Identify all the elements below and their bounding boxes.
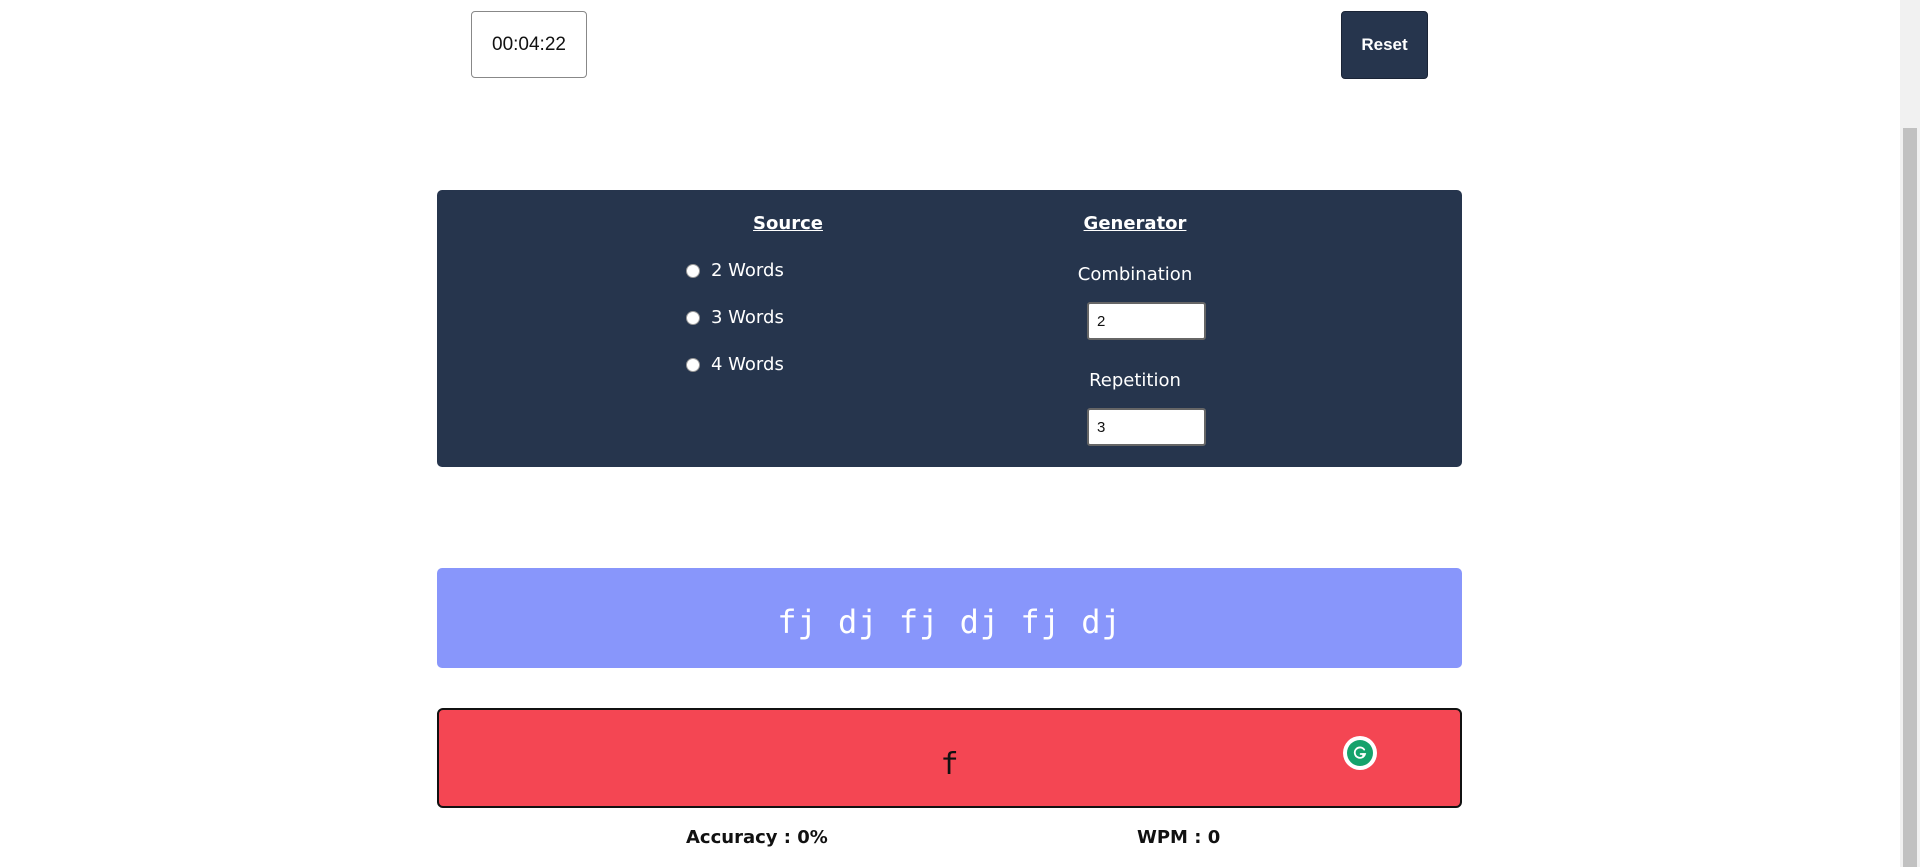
vertical-scrollbar[interactable] (1900, 0, 1920, 867)
source-option-label: 2 Words (711, 260, 784, 281)
typed-text: f (940, 746, 959, 782)
source-option-4-words[interactable]: 4 Words (686, 354, 784, 375)
timer-display: 00:04:22 (471, 11, 587, 78)
typing-area[interactable]: f (437, 708, 1462, 808)
scrollbar-thumb[interactable] (1903, 128, 1917, 867)
wpm-stat: WPM : 0 (1137, 827, 1221, 848)
reset-button[interactable]: Reset (1341, 11, 1428, 79)
accuracy-stat: Accuracy : 0% (686, 827, 828, 848)
repetition-label: Repetition (1089, 370, 1181, 391)
settings-panel: Source 2 Words 3 Words 4 Words Generator… (437, 190, 1462, 467)
grammarly-badge (1347, 740, 1373, 766)
radio-2-words[interactable] (686, 263, 700, 278)
generator-heading: Generator (1083, 213, 1187, 234)
source-option-label: 4 Words (711, 354, 784, 375)
source-option-2-words[interactable]: 2 Words (686, 260, 784, 281)
source-option-3-words[interactable]: 3 Words (686, 307, 784, 328)
timer-value: 00:04:22 (492, 33, 566, 55)
repetition-input[interactable] (1087, 408, 1206, 446)
combination-label: Combination (1077, 264, 1193, 285)
radio-4-words[interactable] (686, 357, 700, 372)
source-section: Source 2 Words 3 Words 4 Words (686, 190, 888, 375)
grammarly-g-icon (1353, 746, 1367, 759)
target-text-box: fj dj fj dj fj dj (437, 568, 1462, 668)
source-heading: Source (753, 213, 823, 234)
target-text: fj dj fj dj fj dj (777, 603, 1122, 641)
combination-input[interactable] (1087, 302, 1206, 340)
source-option-label: 3 Words (711, 307, 784, 328)
generator-section: Generator Combination Repetition (1035, 190, 1235, 446)
typing-trainer-page: 00:04:22 Reset Source 2 Words 3 Words 4 … (0, 0, 1920, 867)
radio-3-words[interactable] (686, 310, 700, 325)
grammarly-icon[interactable] (1343, 736, 1377, 770)
